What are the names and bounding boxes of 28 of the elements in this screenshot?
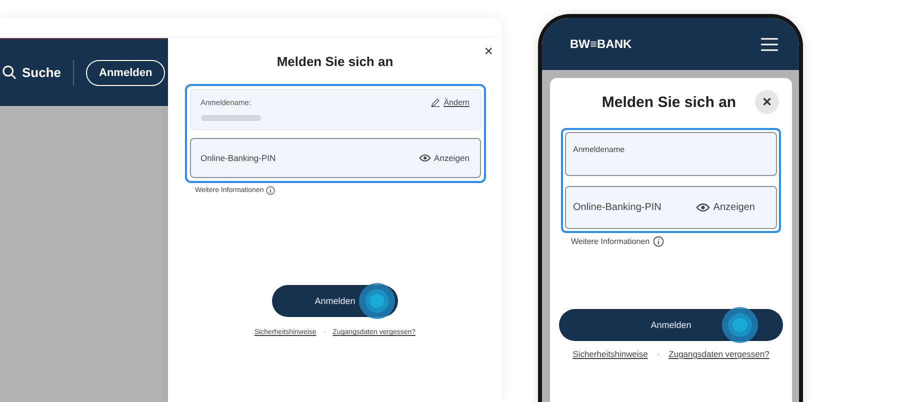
edit-link[interactable]: Ändern	[444, 98, 470, 107]
separator: ·	[656, 349, 660, 359]
search-icon	[2, 65, 17, 80]
logo: BW≡BANK	[570, 37, 632, 51]
info-icon	[652, 236, 664, 247]
show-pin-button[interactable]: Anzeigen	[419, 153, 470, 163]
forgot-credentials-link[interactable]: Zugangsdaten vergessen?	[668, 349, 770, 359]
dialog-title: Melden Sie sich an	[600, 94, 738, 110]
pencil-icon	[430, 98, 440, 107]
security-link[interactable]: Sicherheitshinweise	[572, 349, 648, 359]
login-button[interactable]: Anmelden	[86, 60, 166, 86]
pin-field[interactable]: Online-Banking-PIN Anzeigen	[190, 138, 480, 178]
field-label: Anmeldename	[573, 145, 625, 154]
search-button[interactable]: Suche	[2, 65, 62, 80]
show-pin-button[interactable]: Anzeigen	[696, 202, 755, 213]
tap-indicator-icon	[721, 306, 759, 344]
masked-value	[200, 115, 260, 121]
eye-icon	[419, 154, 432, 162]
close-button[interactable]: ✕	[755, 90, 779, 114]
close-button[interactable]: ×	[484, 44, 493, 59]
menu-icon[interactable]	[760, 36, 779, 52]
dialog-title: Melden Sie sich an	[276, 54, 394, 69]
info-icon	[266, 186, 275, 195]
pin-field[interactable]: Online-Banking-PIN Anzeigen	[565, 186, 777, 229]
tap-indicator-icon	[358, 282, 396, 320]
eye-icon	[696, 203, 710, 212]
more-info-link[interactable]: Weitere Informationen	[571, 237, 650, 246]
username-field[interactable]: Anmeldename	[565, 132, 777, 176]
